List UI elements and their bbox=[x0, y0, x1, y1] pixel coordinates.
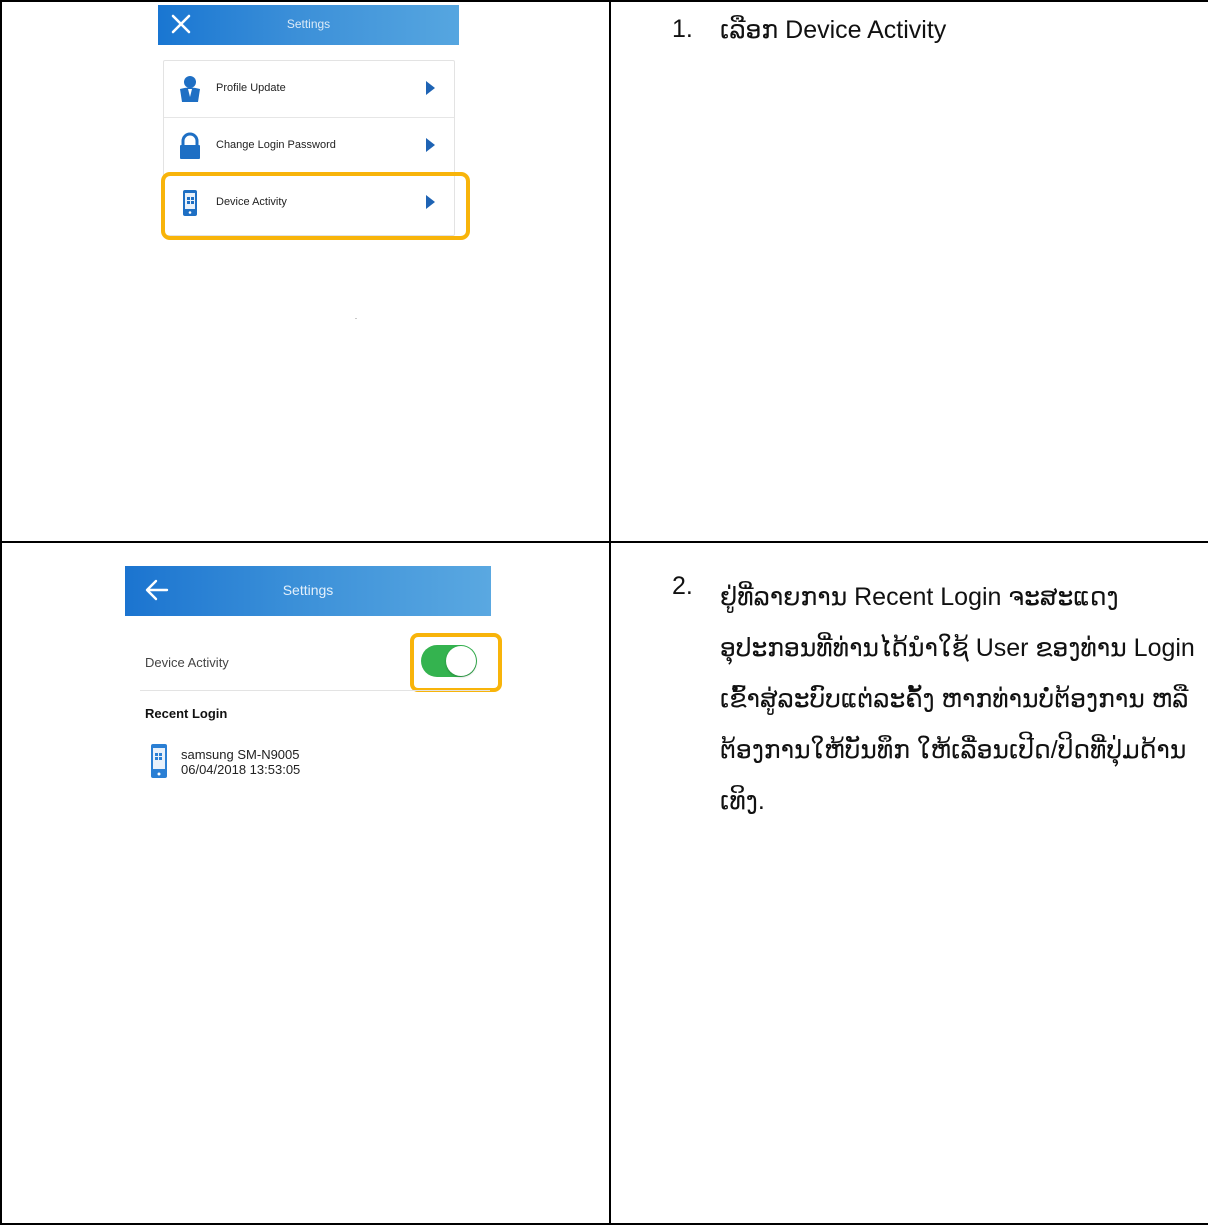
chevron-right-icon bbox=[426, 138, 435, 152]
step-number: 2. bbox=[672, 572, 693, 600]
login-timestamp: 06/04/2018 13:53:05 bbox=[181, 762, 301, 777]
menu-item-change-login-password[interactable]: Change Login Password bbox=[164, 118, 454, 175]
chevron-right-icon bbox=[426, 81, 435, 95]
menu-item-label: Profile Update bbox=[216, 82, 286, 94]
device-name: samsung SM-N9005 bbox=[181, 747, 300, 762]
settings-header-bar: Settings bbox=[125, 566, 491, 616]
device-activity-label: Device Activity bbox=[145, 655, 229, 670]
settings-header-bar: Settings bbox=[158, 5, 459, 45]
header-title: Settings bbox=[282, 582, 334, 598]
step-number: 1. bbox=[672, 15, 693, 43]
table-top-border bbox=[0, 0, 1208, 2]
highlight-box-device-activity bbox=[161, 172, 470, 240]
menu-item-profile-update[interactable]: Profile Update bbox=[164, 61, 454, 118]
step-text: ຢູ່ທີ່ລາຍການ Recent Login ຈະສະແດງ ອຸປະກອ… bbox=[720, 583, 1195, 815]
table-column-divider bbox=[609, 0, 611, 1225]
table-left-border bbox=[0, 0, 2, 1225]
highlight-box-toggle bbox=[410, 633, 502, 692]
lock-icon bbox=[180, 132, 200, 159]
header-title: Settings bbox=[286, 17, 331, 31]
menu-item-label: Change Login Password bbox=[216, 139, 336, 151]
profile-icon bbox=[180, 76, 200, 102]
divider bbox=[140, 690, 490, 691]
step-text: ເລືອກ Device Activity bbox=[720, 16, 947, 44]
recent-login-heading: Recent Login bbox=[145, 706, 228, 721]
stray-dot bbox=[355, 318, 357, 319]
device-icon bbox=[151, 744, 167, 778]
table-row-divider bbox=[0, 541, 1208, 543]
